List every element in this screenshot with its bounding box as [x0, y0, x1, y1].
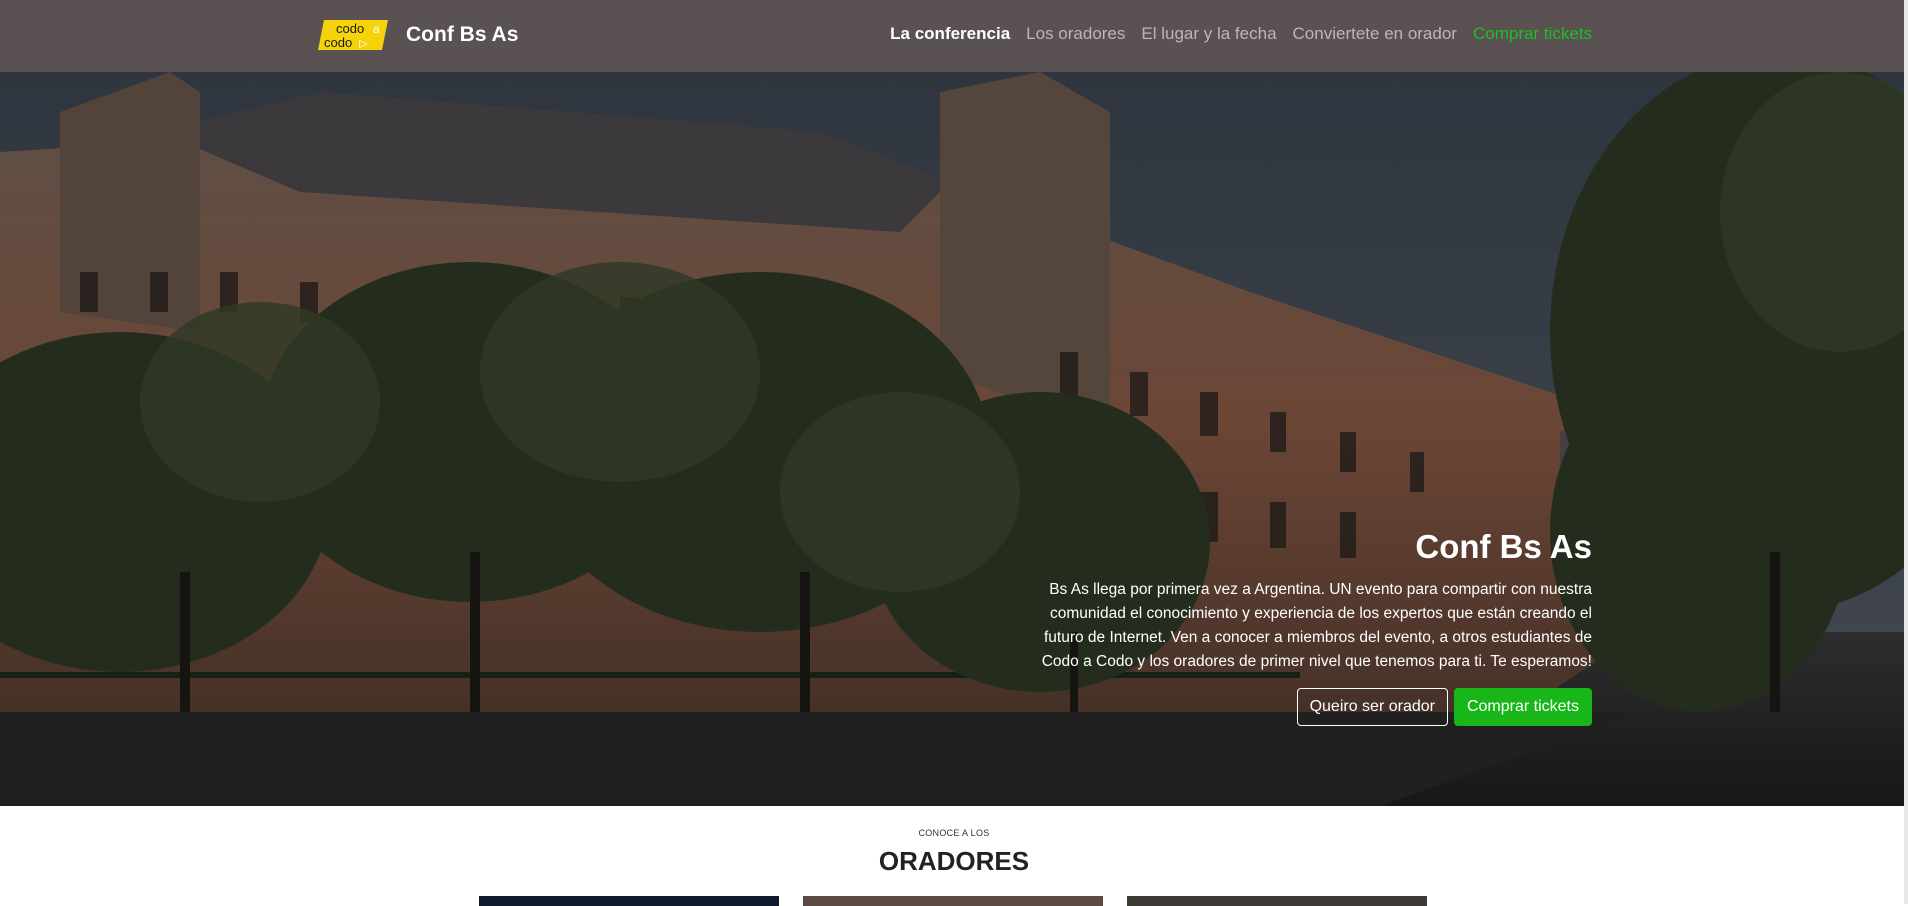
nav-link-conviertete-en-orador[interactable]: Conviertete en orador: [1293, 24, 1457, 44]
top-navbar: codo codo a ▷ Conf Bs As La conferencia …: [0, 0, 1908, 73]
hero-title: Conf Bs As: [1415, 528, 1592, 565]
logo-text-1: codo: [336, 21, 364, 36]
hero-content: Conf Bs As Bs As llega por primera vez a…: [1012, 528, 1592, 726]
speaker-card-image: [1127, 896, 1427, 906]
hero-description: Bs As llega por primera vez a Argentina.…: [1041, 581, 1592, 670]
speaker-card-image: [479, 896, 779, 906]
nav-link-la-conferencia[interactable]: La conferencia: [890, 24, 1010, 44]
brand-name[interactable]: Conf Bs As: [406, 18, 518, 52]
hero-buttons: Queiro ser orador Comprar tickets: [1012, 688, 1592, 726]
nav-link-el-lugar-y-la-fecha[interactable]: El lugar y la fecha: [1141, 24, 1276, 44]
logo-text-2: codo: [324, 35, 352, 50]
buy-tickets-button[interactable]: Comprar tickets: [1453, 688, 1592, 726]
speaker-card-image: [803, 896, 1103, 906]
svg-text:a: a: [373, 22, 380, 36]
hero-banner: Conf Bs As Bs As llega por primera vez a…: [0, 72, 1904, 806]
nav-link-los-oradores[interactable]: Los oradores: [1026, 24, 1125, 44]
speakers-title: ORADORES: [878, 846, 1030, 876]
nav-links: La conferencia Los oradores El lugar y l…: [890, 24, 1592, 44]
svg-text:▷: ▷: [359, 38, 368, 50]
hero-overlay: [0, 72, 1904, 806]
brand[interactable]: codo codo a ▷ Conf Bs As: [318, 18, 518, 52]
page-scrollbar[interactable]: [1904, 0, 1908, 904]
speakers-caption: CONOCE A LOS: [918, 828, 990, 838]
nav-link-comprar-tickets[interactable]: Comprar tickets: [1473, 24, 1592, 44]
speakers-section: CONOCE A LOS ORADORES: [0, 806, 1908, 906]
become-speaker-button[interactable]: Queiro ser orador: [1296, 688, 1448, 726]
codo-a-codo-logo[interactable]: codo codo a ▷: [318, 18, 390, 52]
